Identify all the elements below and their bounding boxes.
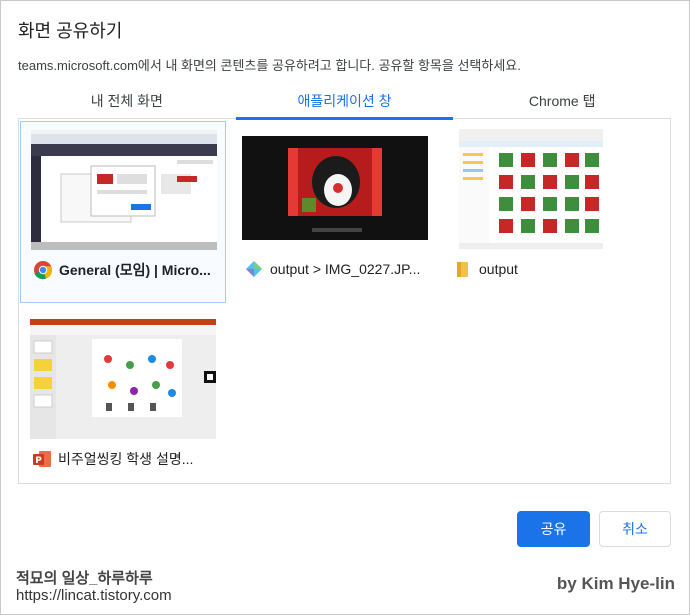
watermark-author: by Kim Hye-lin <box>556 574 675 593</box>
window-tile-image-viewer[interactable]: output > IMG_0227.JP... <box>232 121 438 303</box>
window-label-teams: General (모임) | Micro... <box>33 260 223 280</box>
dialog-title: 화면 공유하기 <box>18 21 123 41</box>
window-label-powerpoint: P 비주얼씽킹 학생 설명... <box>32 449 222 469</box>
cancel-button[interactable]: 취소 <box>599 511 671 547</box>
share-screen-dialog: 화면 공유하기 teams.microsoft.com에서 내 화면의 콘텐츠를… <box>0 0 690 615</box>
window-thumbnail-powerpoint <box>30 319 216 439</box>
tab-entire-screen[interactable]: 내 전체 화면 <box>18 85 236 118</box>
tab-application-window[interactable]: 애플리케이션 창 <box>235 85 454 120</box>
tab-chrome-tab[interactable]: Chrome 탭 <box>453 85 671 118</box>
window-tile-powerpoint[interactable]: P 비주얼씽킹 학생 설명... <box>20 311 226 493</box>
window-thumbnail-image-viewer <box>242 136 428 240</box>
window-label-image-viewer: output > IMG_0227.JP... <box>244 259 434 279</box>
folder-icon <box>453 259 473 279</box>
window-thumbnail-teams <box>31 130 217 250</box>
share-source-tabs: 내 전체 화면 애플리케이션 창 Chrome 탭 <box>18 85 671 120</box>
window-label-text: output > IMG_0227.JP... <box>270 261 421 277</box>
window-tile-explorer[interactable]: output <box>441 121 647 303</box>
window-label-text: General (모임) | Micro... <box>59 262 211 278</box>
window-tile-teams[interactable]: General (모임) | Micro... <box>20 121 226 303</box>
svg-text:P: P <box>35 456 42 466</box>
window-label-text: 비주얼씽킹 학생 설명... <box>58 451 194 467</box>
dialog-subtitle: teams.microsoft.com에서 내 화면의 콘텐츠를 공유하려고 합… <box>18 58 521 73</box>
watermark-blog-name: 적묘의 일상_하루하루 <box>16 570 153 587</box>
powerpoint-icon: P <box>32 449 52 469</box>
watermark-blog-url: https://lincat.tistory.com <box>16 587 172 604</box>
chrome-icon <box>33 260 53 280</box>
image-viewer-icon <box>244 259 264 279</box>
window-list-panel: General (모임) | Micro... output > IMG_022… <box>18 119 671 484</box>
window-label-explorer: output <box>453 259 643 279</box>
window-label-text: output <box>479 261 518 277</box>
window-thumbnail-explorer <box>459 129 603 249</box>
share-button[interactable]: 공유 <box>517 511 590 547</box>
